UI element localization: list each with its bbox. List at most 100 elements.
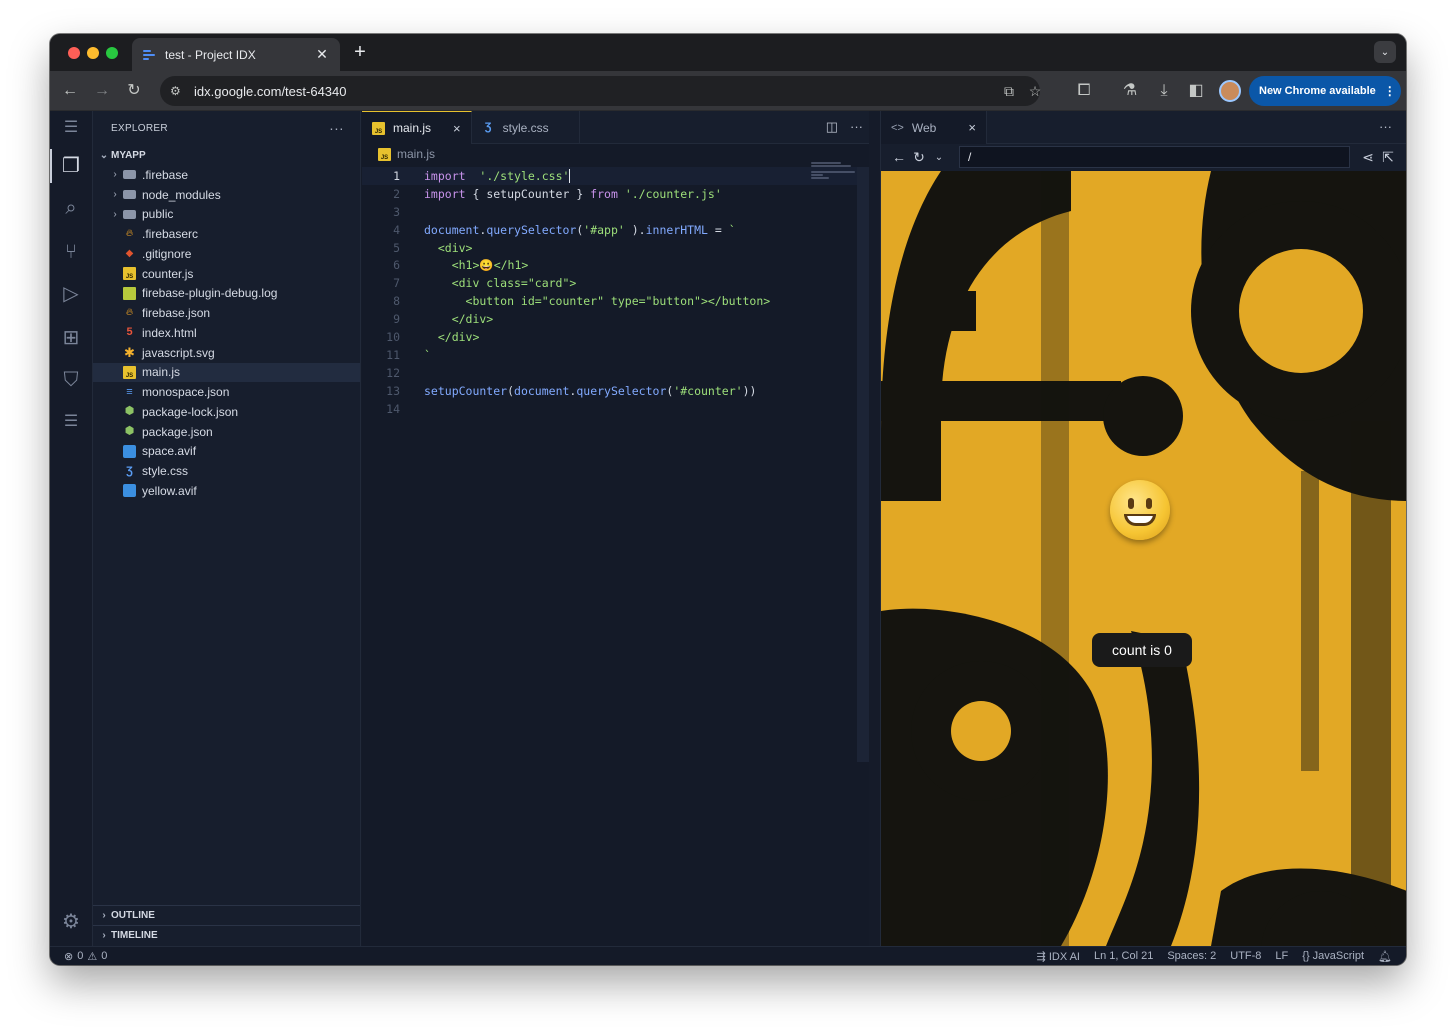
download-icon[interactable]: ⤓: [1154, 81, 1174, 101]
language-mode[interactable]: {} JavaScript: [1302, 950, 1364, 962]
editor-scrollbar[interactable]: [857, 167, 869, 762]
firebase-icon[interactable]: ⛉: [58, 367, 84, 393]
code-line[interactable]: 11 `: [362, 346, 869, 364]
file-tree-item[interactable]: › .firebase: [93, 165, 360, 185]
outline-section[interactable]: › OUTLINE: [93, 905, 360, 925]
close-tab-icon[interactable]: ×: [453, 121, 461, 136]
indentation[interactable]: Spaces: 2: [1167, 950, 1216, 962]
line-content: document.querySelector('#app' ).innerHTM…: [424, 223, 736, 237]
file-tree-item[interactable]: ⬢ package-lock.json: [93, 402, 360, 422]
code-line[interactable]: 3: [362, 203, 869, 221]
line-ending[interactable]: LF: [1275, 950, 1288, 962]
file-tree-item[interactable]: yellow.avif: [93, 481, 360, 501]
file-tree-item[interactable]: ≡ monospace.json: [93, 382, 360, 402]
braces-icon: {}: [1302, 950, 1313, 962]
code-line[interactable]: 1 import './style.css': [362, 167, 869, 185]
code-line[interactable]: 2 import { setupCounter } from './counter…: [362, 185, 869, 203]
close-tab-icon[interactable]: ✕: [314, 46, 330, 63]
split-editor-icon[interactable]: ◫: [826, 119, 838, 135]
share-icon[interactable]: ⋖: [1358, 149, 1378, 166]
site-settings-icon[interactable]: ⚙: [170, 84, 188, 98]
tab-style-css[interactable]: Ʒ style.css: [472, 111, 580, 144]
status-right: ⇶ IDX AI Ln 1, Col 21 Spaces: 2 UTF-8 LF…: [1037, 950, 1406, 963]
source-control-icon[interactable]: ⑂: [58, 239, 84, 265]
file-tree-item[interactable]: Ʒstyle.css: [93, 461, 360, 481]
forward-arrow-icon[interactable]: →: [92, 81, 112, 101]
minimap[interactable]: [811, 161, 859, 191]
code-line[interactable]: 8 <button id="counter" type="button"></b…: [362, 292, 869, 310]
code-area[interactable]: 1 import './style.css' 2 import { setupCoun…: [362, 167, 869, 417]
breadcrumb[interactable]: JS main.js: [362, 144, 869, 164]
settings-gear-icon[interactable]: ⚙: [58, 909, 84, 935]
code-token: document: [424, 222, 480, 237]
install-app-icon[interactable]: ⧉: [1000, 82, 1018, 100]
file-tree-item[interactable]: 5 index.html: [93, 323, 360, 343]
cursor-position[interactable]: Ln 1, Col 21: [1094, 950, 1153, 962]
tab-main-js[interactable]: JS main.js ×: [362, 111, 472, 144]
search-icon[interactable]: ⌕: [58, 195, 84, 221]
close-window-button[interactable]: [68, 47, 80, 59]
encoding[interactable]: UTF-8: [1230, 950, 1261, 962]
explorer-files-icon[interactable]: ❐: [58, 153, 84, 179]
file-tree-item[interactable]: JS counter.js: [93, 264, 360, 284]
browser-tab[interactable]: test - Project IDX ✕: [132, 38, 340, 71]
open-external-icon[interactable]: ⇱: [1378, 149, 1398, 166]
address-bar[interactable]: ⚙ idx.google.com/test-64340 ⧉ ☆: [160, 76, 1041, 106]
explorer-root-folder[interactable]: ⌄ MYAPP: [93, 145, 360, 165]
file-tree-item[interactable]: ✱ javascript.svg: [93, 343, 360, 363]
new-tab-button[interactable]: +: [350, 41, 370, 64]
counter-button[interactable]: count is 0: [1092, 633, 1192, 667]
preview-url-input[interactable]: /: [959, 146, 1350, 168]
editor-more-icon[interactable]: ···: [850, 119, 863, 135]
file-tree-item[interactable]: ◆ .gitignore: [93, 244, 360, 264]
idx-ai-status[interactable]: ⇶ IDX AI: [1037, 950, 1080, 963]
back-arrow-icon[interactable]: ←: [889, 149, 909, 165]
extensions-blocks-icon[interactable]: ⊞: [58, 325, 84, 351]
reload-icon[interactable]: ↻: [909, 149, 929, 166]
idx-ai-label: IDX AI: [1048, 950, 1080, 963]
close-tab-icon[interactable]: ×: [968, 120, 976, 135]
code-line[interactable]: 5 <div>: [362, 239, 869, 257]
code-line[interactable]: 12: [362, 364, 869, 382]
tab-web[interactable]: <> Web ×: [881, 111, 987, 144]
timeline-section[interactable]: › TIMELINE: [93, 925, 360, 945]
tab-search-button[interactable]: ⌄: [1374, 41, 1396, 63]
minimize-window-button[interactable]: [87, 47, 99, 59]
file-tree-item[interactable]: › node_modules: [93, 185, 360, 205]
address-bar-url: idx.google.com/test-64340: [194, 83, 347, 99]
code-line[interactable]: 7 <div class="card">: [362, 274, 869, 292]
maximize-window-button[interactable]: [106, 47, 118, 59]
file-tree-item[interactable]: ⬢ package.json: [93, 422, 360, 442]
bookmark-star-icon[interactable]: ☆: [1026, 82, 1044, 100]
code-line[interactable]: 4 document.querySelector('#app' ).innerHT…: [362, 221, 869, 239]
chevron-down-icon[interactable]: ⌄: [929, 152, 949, 163]
reload-icon[interactable]: ↻: [124, 81, 144, 101]
explorer-more-icon[interactable]: ···: [329, 120, 344, 136]
file-tree-item[interactable]: space.avif: [93, 442, 360, 462]
code-line[interactable]: 9 </div>: [362, 310, 869, 328]
chrome-menu-icon[interactable]: ⋮: [1384, 84, 1396, 98]
problems-indicator[interactable]: ⊗ 0 ⚠ 0: [50, 950, 107, 963]
code-line[interactable]: 10 </div>: [362, 328, 869, 346]
back-arrow-icon[interactable]: ←: [60, 81, 80, 101]
profile-avatar[interactable]: [1219, 80, 1241, 102]
code-line[interactable]: 14: [362, 400, 869, 418]
code-token: <h1>😀</h1>: [424, 258, 529, 273]
notification-bell-icon[interactable]: 🔔︎: [1378, 950, 1392, 963]
menu-icon[interactable]: ☰: [58, 115, 84, 141]
file-tree-item[interactable]: 🔥︎ firebase.json: [93, 303, 360, 323]
code-line[interactable]: 13 setupCounter(document.querySelector('#…: [362, 382, 869, 400]
file-tree-item[interactable]: firebase-plugin-debug.log: [93, 284, 360, 304]
new-chrome-available-button[interactable]: New Chrome available ⋮: [1249, 76, 1401, 106]
labs-flask-icon[interactable]: ⚗: [1120, 81, 1140, 101]
file-tree-item[interactable]: JS main.js: [93, 362, 360, 383]
extensions-icon[interactable]: ⧠: [1074, 81, 1094, 101]
code-line[interactable]: 6 <h1>😀</h1>: [362, 256, 869, 274]
file-tree-item[interactable]: › public: [93, 205, 360, 225]
file-name: firebase-plugin-debug.log: [142, 286, 278, 301]
preview-more-icon[interactable]: ···: [1379, 119, 1392, 134]
file-tree-item[interactable]: 🔥︎ .firebaserc: [93, 224, 360, 244]
side-panel-icon[interactable]: ◧: [1186, 81, 1206, 101]
run-debug-icon[interactable]: ▷: [58, 281, 84, 307]
idx-icon[interactable]: ☰: [58, 409, 84, 435]
